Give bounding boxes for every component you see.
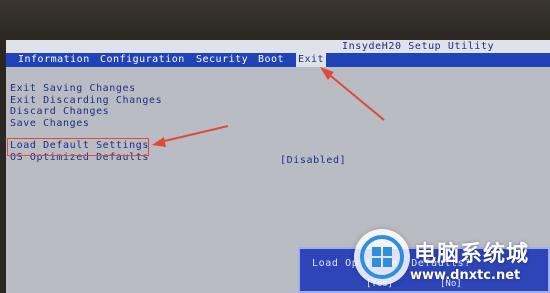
tab-information[interactable]: Information [18,53,90,67]
bios-menu-bar: Information Configuration Security Boot … [6,53,550,67]
exit-saving-changes-item[interactable]: Exit Saving Changes [10,83,162,95]
os-optimized-defaults-value[interactable]: [Disabled] [280,155,346,166]
discard-changes-item[interactable]: Discard Changes [10,106,162,118]
tab-configuration[interactable]: Configuration [100,53,185,67]
windows-logo-icon [360,235,404,279]
watermark-text: 电脑系统城 [414,242,530,267]
bios-title: InsydeH20 Setup Utility [342,41,495,52]
bios-title-bar: InsydeH20 Setup Utility [6,40,550,53]
save-changes-item[interactable]: Save Changes [10,118,162,130]
watermark-logo-icon [354,229,410,285]
tab-security[interactable]: Security [196,53,248,67]
monitor-bezel [0,0,550,40]
annotation-highlight-box [7,138,149,156]
tab-exit[interactable]: Exit [296,53,327,67]
tab-boot[interactable]: Boot [258,53,284,67]
watermark-url: www.dnxtc.net [410,268,521,283]
exit-discarding-changes-item[interactable]: Exit Discarding Changes [10,95,162,107]
